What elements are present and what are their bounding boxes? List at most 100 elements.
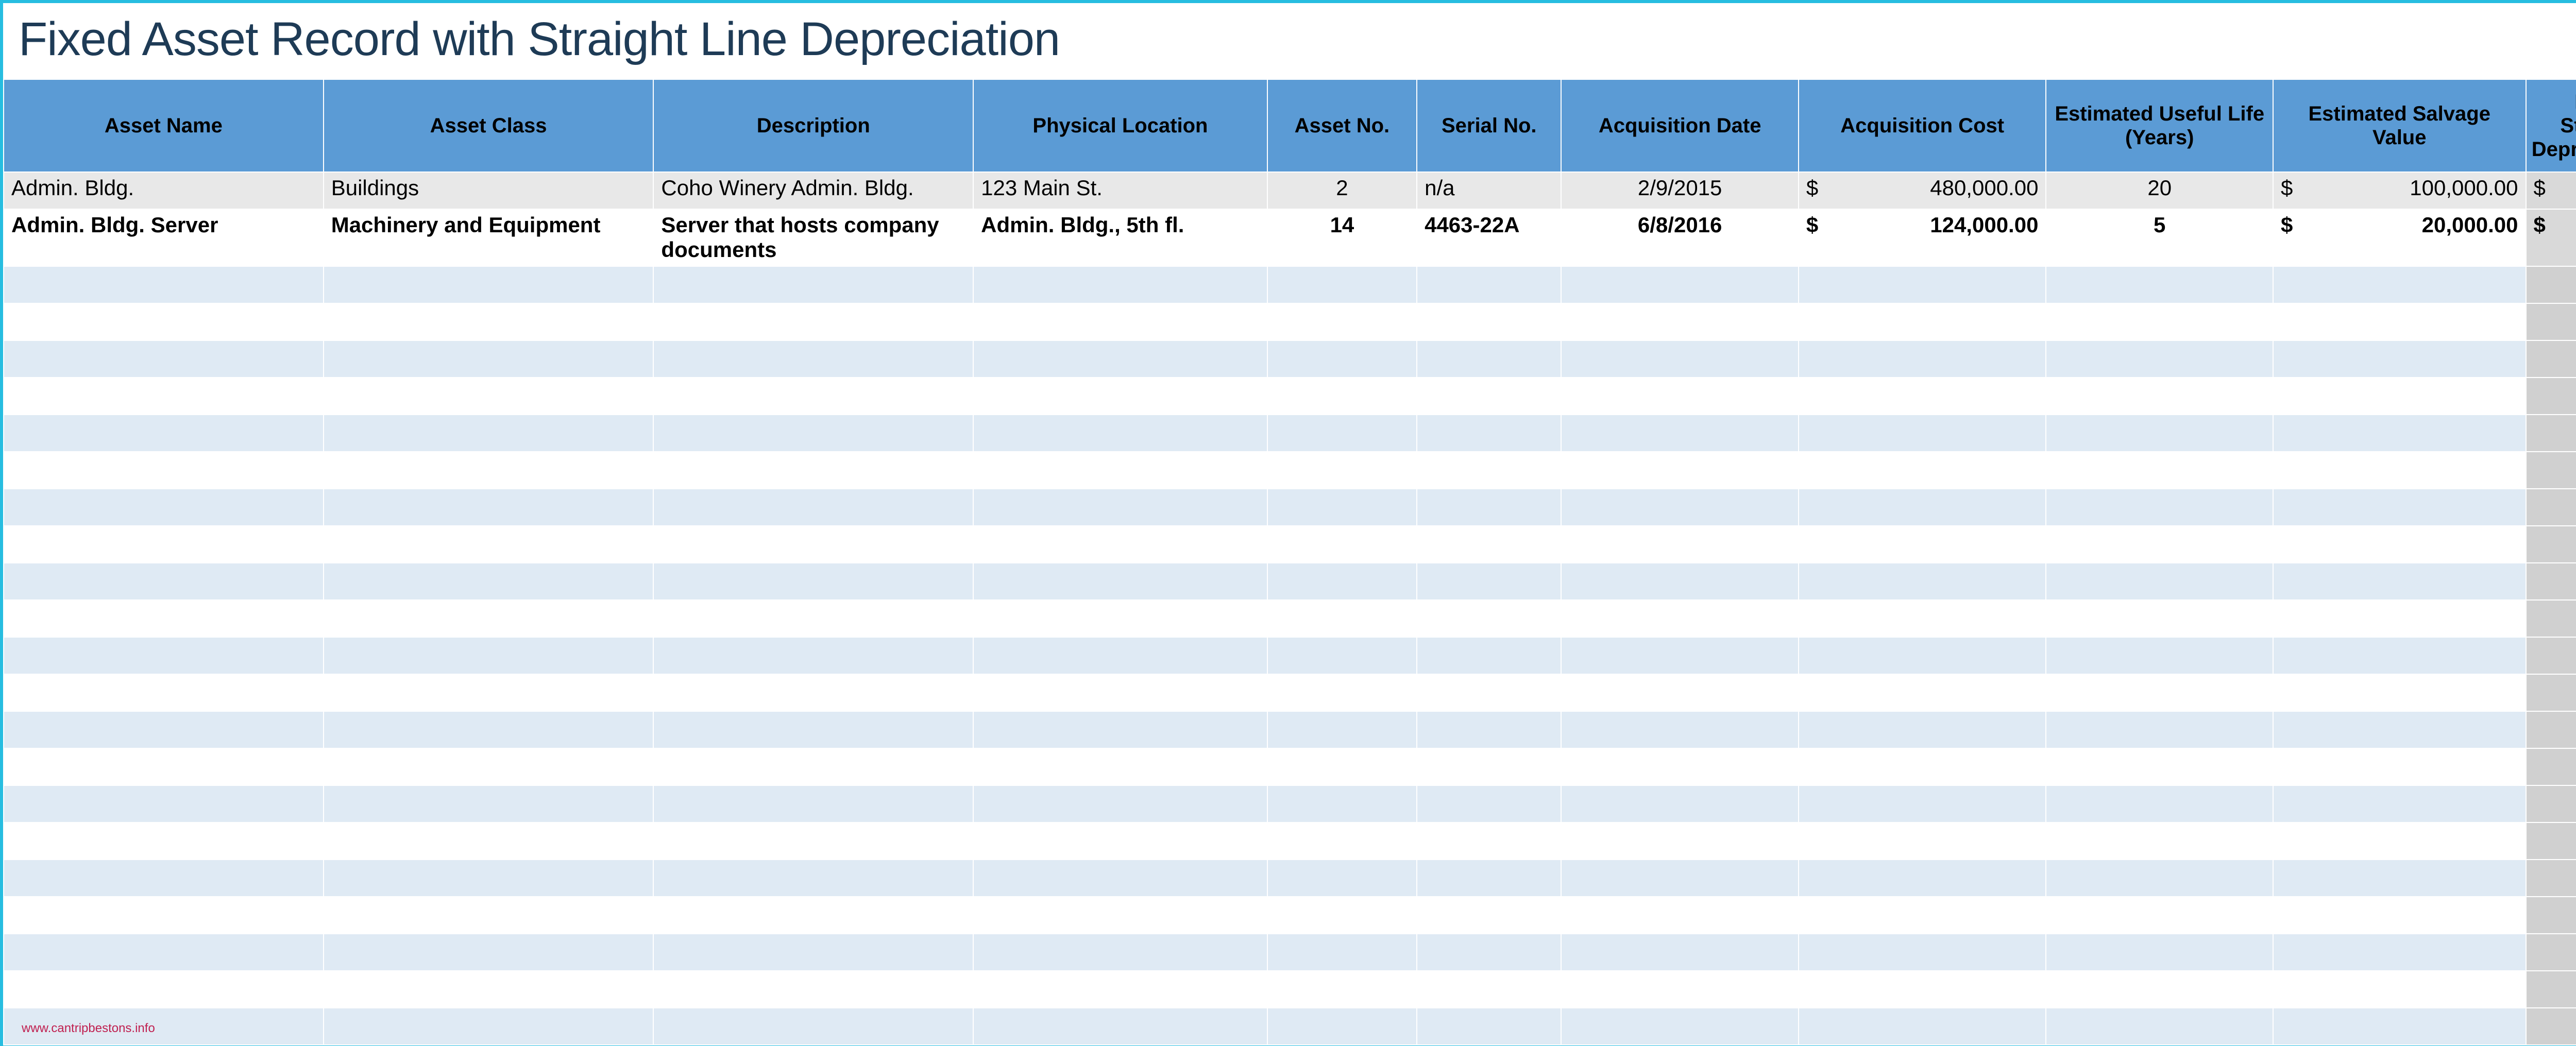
empty-cell[interactable]: [973, 415, 1267, 452]
empty-cell[interactable]: [973, 378, 1267, 415]
empty-cell[interactable]: [2046, 452, 2273, 489]
cell-life[interactable]: 20: [2046, 172, 2273, 209]
empty-cell[interactable]: [1561, 415, 1799, 452]
empty-cell[interactable]: [1561, 600, 1799, 637]
empty-cell[interactable]: [653, 822, 973, 860]
empty-cell[interactable]: [324, 489, 654, 526]
empty-cell[interactable]: [1561, 711, 1799, 748]
cell-asset-class[interactable]: Machinery and Equipment: [324, 209, 654, 266]
empty-cell[interactable]: [2273, 340, 2526, 378]
empty-cell[interactable]: [1267, 415, 1417, 452]
empty-cell[interactable]: [1417, 934, 1561, 971]
empty-cell[interactable]: [653, 415, 973, 452]
empty-cell[interactable]: [2046, 822, 2273, 860]
empty-cell[interactable]: [973, 563, 1267, 600]
empty-cell[interactable]: [2526, 860, 2576, 897]
empty-cell[interactable]: [2526, 415, 2576, 452]
empty-cell[interactable]: [973, 1008, 1267, 1045]
empty-cell[interactable]: [1267, 822, 1417, 860]
cell-description[interactable]: Coho Winery Admin. Bldg.: [653, 172, 973, 209]
empty-cell[interactable]: [324, 637, 654, 674]
empty-cell[interactable]: [2526, 1008, 2576, 1045]
empty-cell[interactable]: [324, 711, 654, 748]
empty-cell[interactable]: [324, 971, 654, 1008]
cell-acq-cost[interactable]: $480,000.00: [1799, 172, 2046, 209]
empty-cell[interactable]: [324, 526, 654, 563]
col-asset-name[interactable]: Asset Name: [4, 79, 324, 172]
col-serial-no[interactable]: Serial No.: [1417, 79, 1561, 172]
empty-cell[interactable]: [2046, 934, 2273, 971]
empty-cell[interactable]: [1267, 934, 1417, 971]
col-asset-class[interactable]: Asset Class: [324, 79, 654, 172]
empty-cell[interactable]: [2046, 303, 2273, 340]
empty-cell[interactable]: [973, 934, 1267, 971]
empty-cell[interactable]: [653, 266, 973, 303]
empty-cell[interactable]: [1267, 600, 1417, 637]
empty-cell[interactable]: [653, 748, 973, 785]
empty-cell[interactable]: [1417, 266, 1561, 303]
empty-cell[interactable]: [1561, 526, 1799, 563]
empty-cell[interactable]: [653, 378, 973, 415]
empty-cell[interactable]: [2273, 822, 2526, 860]
empty-cell[interactable]: [324, 860, 654, 897]
empty-cell[interactable]: [973, 526, 1267, 563]
empty-cell[interactable]: [973, 674, 1267, 711]
empty-cell[interactable]: [2046, 340, 2273, 378]
empty-cell[interactable]: [324, 415, 654, 452]
empty-cell[interactable]: [1267, 897, 1417, 934]
col-salvage[interactable]: Estimated Salvage Value: [2273, 79, 2526, 172]
empty-cell[interactable]: [324, 378, 654, 415]
empty-cell[interactable]: [653, 674, 973, 711]
empty-cell[interactable]: [1799, 934, 2046, 971]
empty-cell[interactable]: [973, 452, 1267, 489]
empty-cell[interactable]: [2526, 711, 2576, 748]
empty-cell[interactable]: [973, 971, 1267, 1008]
empty-cell[interactable]: [653, 711, 973, 748]
empty-cell[interactable]: [2273, 1008, 2526, 1045]
empty-cell[interactable]: [4, 489, 324, 526]
empty-cell[interactable]: [2046, 266, 2273, 303]
empty-cell[interactable]: [653, 860, 973, 897]
empty-cell[interactable]: [653, 526, 973, 563]
empty-cell[interactable]: [324, 897, 654, 934]
cell-acq-date[interactable]: 6/8/2016: [1561, 209, 1799, 266]
empty-cell[interactable]: [1267, 674, 1417, 711]
empty-cell[interactable]: [653, 563, 973, 600]
empty-cell[interactable]: [324, 600, 654, 637]
empty-cell[interactable]: [4, 637, 324, 674]
empty-cell[interactable]: [1561, 637, 1799, 674]
empty-cell[interactable]: [1799, 1008, 2046, 1045]
empty-cell[interactable]: [2273, 563, 2526, 600]
empty-cell[interactable]: [324, 934, 654, 971]
empty-cell[interactable]: [973, 303, 1267, 340]
col-acq-date[interactable]: Acquisition Date: [1561, 79, 1799, 172]
empty-cell[interactable]: [653, 489, 973, 526]
empty-cell[interactable]: [2273, 489, 2526, 526]
empty-cell[interactable]: [2046, 860, 2273, 897]
empty-cell[interactable]: [324, 340, 654, 378]
empty-cell[interactable]: [973, 489, 1267, 526]
empty-cell[interactable]: [2046, 971, 2273, 1008]
empty-cell[interactable]: [973, 748, 1267, 785]
empty-cell[interactable]: [2046, 748, 2273, 785]
empty-cell[interactable]: [4, 674, 324, 711]
empty-cell[interactable]: [2046, 674, 2273, 711]
empty-cell[interactable]: [4, 452, 324, 489]
empty-cell[interactable]: [2526, 897, 2576, 934]
empty-cell[interactable]: [1799, 526, 2046, 563]
empty-cell[interactable]: [2046, 489, 2273, 526]
empty-cell[interactable]: [1267, 340, 1417, 378]
empty-cell[interactable]: [4, 415, 324, 452]
empty-cell[interactable]: [324, 748, 654, 785]
empty-cell[interactable]: [1267, 489, 1417, 526]
empty-cell[interactable]: [1267, 452, 1417, 489]
empty-cell[interactable]: [1417, 303, 1561, 340]
empty-cell[interactable]: [1799, 266, 2046, 303]
empty-cell[interactable]: [1561, 563, 1799, 600]
empty-cell[interactable]: [1561, 897, 1799, 934]
empty-cell[interactable]: [324, 303, 654, 340]
empty-cell[interactable]: [2273, 971, 2526, 1008]
empty-cell[interactable]: [1799, 637, 2046, 674]
empty-cell[interactable]: [2046, 378, 2273, 415]
empty-cell[interactable]: [4, 303, 324, 340]
